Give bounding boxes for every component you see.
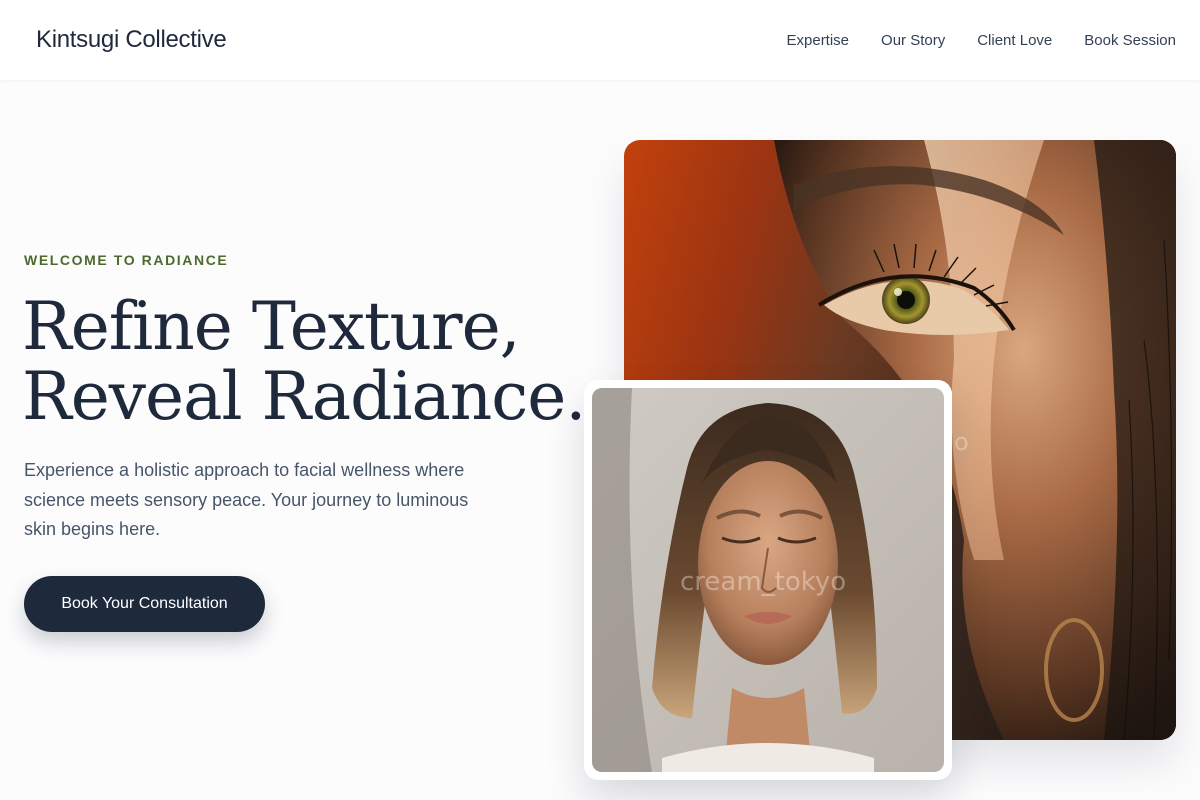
nav-link-our-story[interactable]: Our Story (881, 32, 945, 49)
main-nav: Expertise Our Story Client Love Book Ses… (787, 32, 1177, 49)
brand-logo[interactable]: Kintsugi Collective (36, 26, 227, 54)
hero-description: Experience a holistic approach to facial… (24, 460, 469, 539)
nav-link-client-love[interactable]: Client Love (977, 32, 1052, 49)
hero-eyebrow: WELCOME TO RADIANCE (24, 252, 229, 268)
hero-headline: Refine Texture, Reveal Radiance. (22, 288, 586, 435)
nav-link-expertise[interactable]: Expertise (787, 32, 850, 49)
svg-text:o: o (954, 428, 969, 456)
nav-link-book-session[interactable]: Book Session (1084, 32, 1176, 49)
hero-headline-line-1: Refine Texture, (22, 288, 521, 365)
portrait-image: cream_tokyo (592, 388, 944, 772)
book-consultation-button[interactable]: Book Your Consultation (24, 576, 265, 632)
hero-headline-line-2: Reveal Radiance. (22, 358, 586, 435)
site-header: Kintsugi Collective Expertise Our Story … (0, 0, 1200, 80)
svg-text:cream_tokyo: cream_tokyo (680, 567, 846, 597)
portrait-photo: cream_tokyo (592, 388, 944, 772)
hero-image-portrait-frame: cream_tokyo (584, 380, 952, 780)
